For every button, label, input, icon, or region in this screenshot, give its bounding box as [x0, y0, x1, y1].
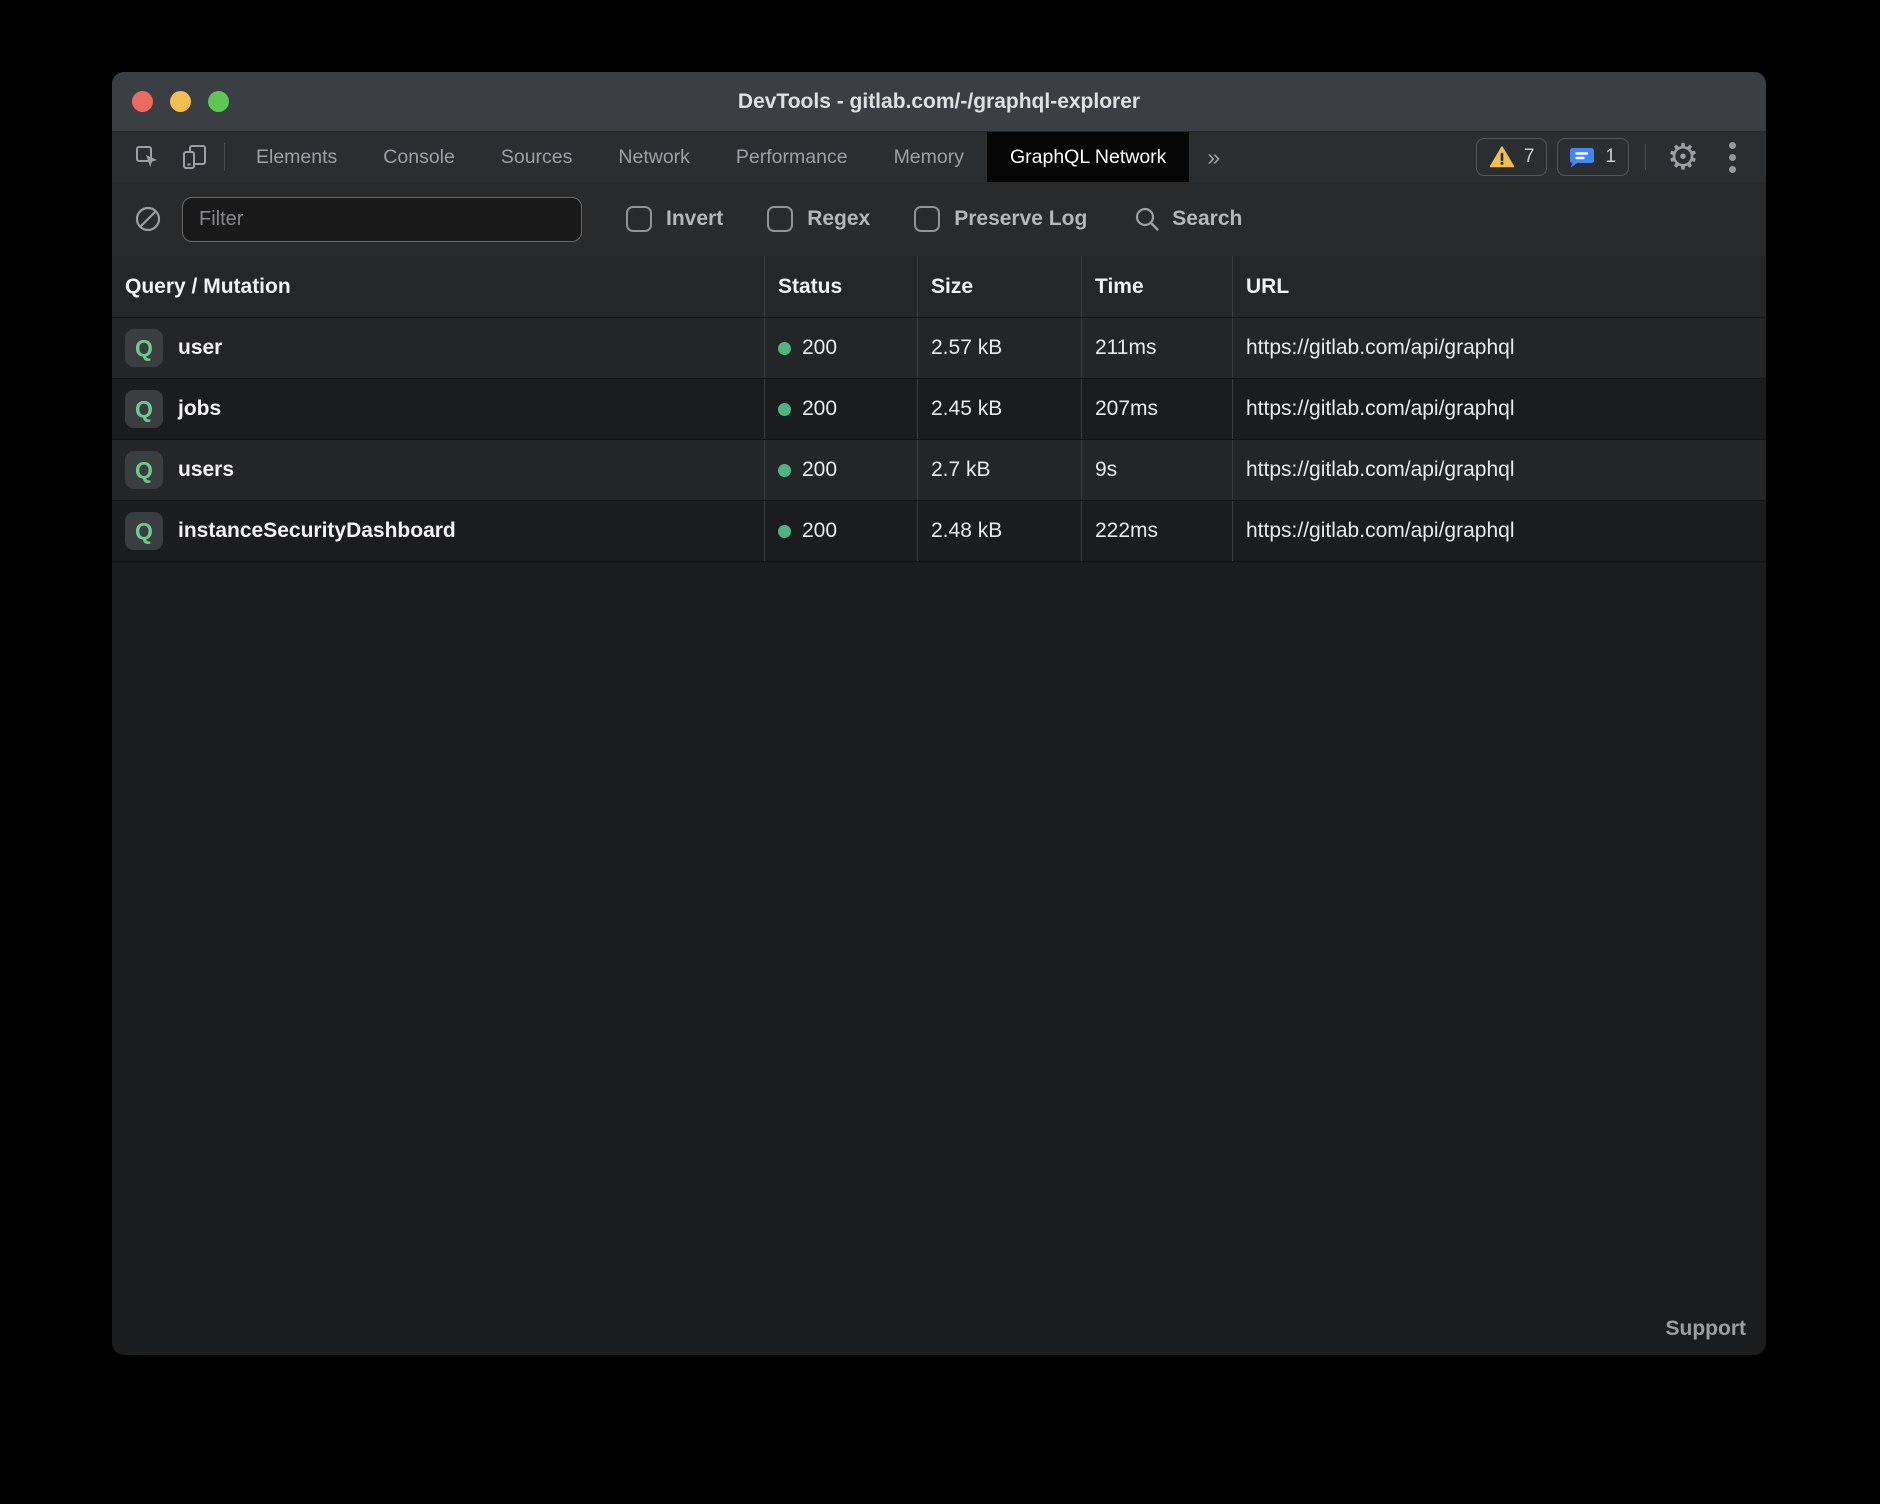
status-code: 200: [802, 458, 837, 482]
request-url: https://gitlab.com/api/graphql: [1246, 397, 1515, 421]
search-label: Search: [1172, 207, 1242, 231]
more-tabs-chevron-icon[interactable]: »: [1189, 132, 1238, 182]
table-header: Query / Mutation Status Size Time URL: [112, 256, 1766, 318]
tab-console[interactable]: Console: [360, 132, 478, 182]
issues-badge[interactable]: 1: [1557, 138, 1629, 176]
column-header-query-mutation[interactable]: Query / Mutation: [112, 256, 764, 317]
tab-memory[interactable]: Memory: [871, 132, 987, 182]
window-title: DevTools - gitlab.com/-/graphql-explorer: [112, 90, 1766, 114]
query-badge: Q: [125, 329, 163, 367]
tab-network[interactable]: Network: [595, 132, 713, 182]
toolbar-separator: [1645, 144, 1646, 170]
settings-gear-icon[interactable]: ⚙: [1662, 138, 1704, 176]
column-label: URL: [1246, 275, 1289, 299]
table-body: Q user 200 2.57 kB 211ms https://gitlab.…: [112, 318, 1766, 562]
regex-label: Regex: [807, 207, 870, 231]
issues-chat-icon: [1570, 145, 1596, 169]
regex-checkbox[interactable]: [767, 206, 793, 232]
toolbar-separator: [224, 143, 225, 171]
filter-bar: Invert Regex Preserve Log Search: [112, 182, 1766, 256]
column-label: Size: [931, 275, 973, 299]
tab-sources[interactable]: Sources: [478, 132, 596, 182]
tab-label: Sources: [501, 146, 573, 169]
column-header-status[interactable]: Status: [764, 256, 917, 317]
response-time: 9s: [1095, 458, 1117, 482]
request-url: https://gitlab.com/api/graphql: [1246, 458, 1515, 482]
issue-count: 1: [1605, 146, 1616, 168]
status-ok-icon: [778, 525, 791, 538]
toolbar-left-icons: [112, 132, 216, 182]
preserve-log-label: Preserve Log: [954, 207, 1087, 231]
devtools-window: DevTools - gitlab.com/-/graphql-explorer…: [112, 72, 1766, 1355]
query-badge: Q: [125, 390, 163, 428]
tab-elements[interactable]: Elements: [233, 132, 360, 182]
column-header-size[interactable]: Size: [917, 256, 1081, 317]
query-badge: Q: [125, 512, 163, 550]
response-time: 211ms: [1095, 336, 1156, 360]
warning-triangle-icon: [1489, 145, 1515, 169]
response-size: 2.48 kB: [931, 519, 1002, 543]
tab-graphql-network[interactable]: GraphQL Network: [987, 132, 1189, 182]
tab-label: GraphQL Network: [1010, 146, 1166, 169]
chevron-label: »: [1207, 144, 1220, 171]
preserve-log-checkbox-group: Preserve Log: [914, 206, 1087, 232]
invert-checkbox-group: Invert: [626, 206, 723, 232]
devtools-tab-bar: Elements Console Sources Network Perform…: [112, 132, 1766, 182]
table-row[interactable]: Q user 200 2.57 kB 211ms https://gitlab.…: [112, 318, 1766, 379]
regex-checkbox-group: Regex: [767, 206, 870, 232]
clear-filter-icon[interactable]: [134, 205, 162, 233]
query-name: user: [178, 336, 222, 360]
status-ok-icon: [778, 342, 791, 355]
column-header-time[interactable]: Time: [1081, 256, 1232, 317]
support-link[interactable]: Support: [1666, 1317, 1746, 1341]
warning-count: 7: [1524, 146, 1535, 168]
response-size: 2.57 kB: [931, 336, 1002, 360]
search-icon: [1133, 205, 1161, 233]
table-row[interactable]: Q instanceSecurityDashboard 200 2.48 kB …: [112, 501, 1766, 562]
status-ok-icon: [778, 403, 791, 416]
query-name: jobs: [178, 397, 221, 421]
column-label: Time: [1095, 275, 1144, 299]
column-label: Query / Mutation: [125, 275, 291, 299]
tab-label: Elements: [256, 146, 337, 169]
invert-checkbox[interactable]: [626, 206, 652, 232]
response-size: 2.7 kB: [931, 458, 991, 482]
response-size: 2.45 kB: [931, 397, 1002, 421]
filter-input[interactable]: [182, 197, 582, 242]
tab-performance[interactable]: Performance: [713, 132, 871, 182]
status-ok-icon: [778, 464, 791, 477]
table-row[interactable]: Q jobs 200 2.45 kB 207ms https://gitlab.…: [112, 379, 1766, 440]
tab-label: Performance: [736, 146, 848, 169]
tab-label: Memory: [894, 146, 964, 169]
response-time: 222ms: [1095, 519, 1158, 543]
request-url: https://gitlab.com/api/graphql: [1246, 519, 1515, 543]
query-badge: Q: [125, 451, 163, 489]
status-code: 200: [802, 519, 837, 543]
tab-label: Console: [383, 146, 455, 169]
title-bar: DevTools - gitlab.com/-/graphql-explorer: [112, 72, 1766, 132]
preserve-log-checkbox[interactable]: [914, 206, 940, 232]
invert-label: Invert: [666, 207, 723, 231]
status-code: 200: [802, 397, 837, 421]
status-code: 200: [802, 336, 837, 360]
response-time: 207ms: [1095, 397, 1158, 421]
toolbar-right: 7 1 ⚙: [1476, 132, 1766, 182]
request-url: https://gitlab.com/api/graphql: [1246, 336, 1515, 360]
device-toolbar-icon[interactable]: [174, 137, 216, 177]
more-options-icon[interactable]: [1714, 142, 1750, 173]
tab-label: Network: [618, 146, 690, 169]
column-header-url[interactable]: URL: [1232, 256, 1766, 317]
table-row[interactable]: Q users 200 2.7 kB 9s https://gitlab.com…: [112, 440, 1766, 501]
inspect-element-icon[interactable]: [126, 137, 168, 177]
warnings-badge[interactable]: 7: [1476, 138, 1548, 176]
query-name: instanceSecurityDashboard: [178, 519, 456, 543]
column-label: Status: [778, 275, 842, 299]
query-name: users: [178, 458, 234, 482]
search-button[interactable]: Search: [1133, 205, 1242, 233]
